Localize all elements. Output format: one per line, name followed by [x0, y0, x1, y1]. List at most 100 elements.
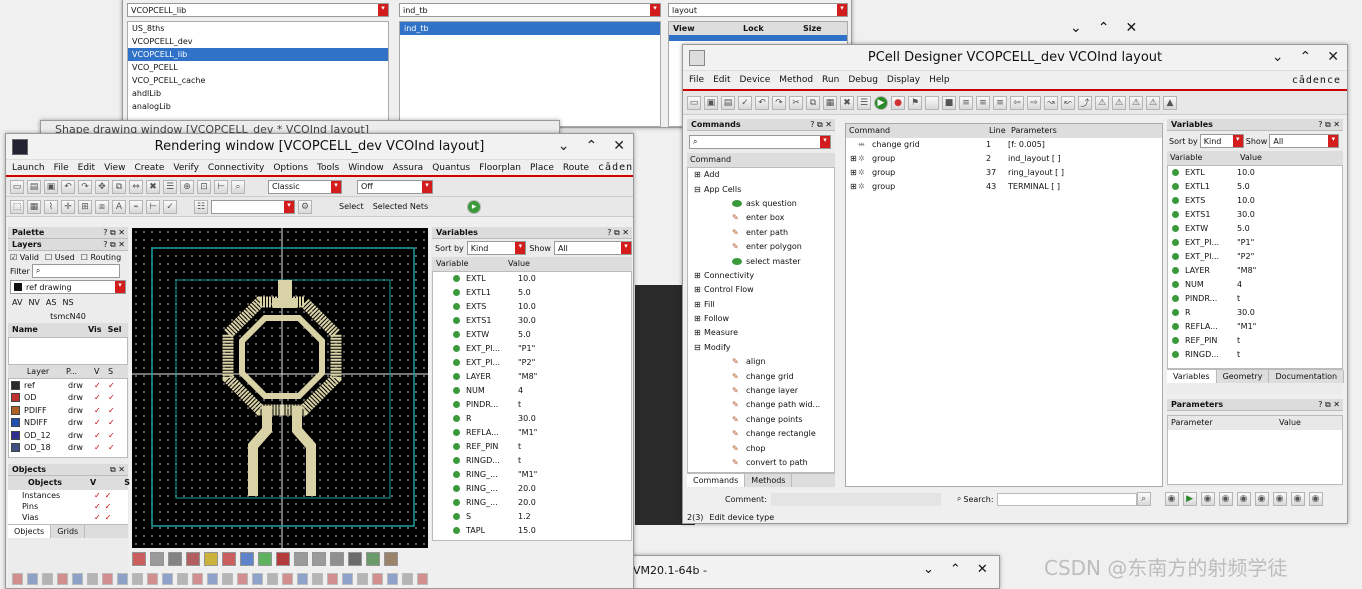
menu-verify[interactable]: Verify [173, 163, 199, 173]
layout-tool-icon[interactable] [240, 552, 254, 566]
menu-device[interactable]: Device [740, 75, 771, 85]
menu-method[interactable]: Method [779, 75, 813, 85]
menu-debug[interactable]: Debug [848, 75, 878, 85]
cut-icon[interactable]: ✂ [789, 95, 803, 110]
layout-tool-icon[interactable] [366, 552, 380, 566]
layout-tool-icon[interactable] [222, 573, 233, 585]
tab-variables[interactable]: Variables [1167, 369, 1217, 383]
step-icon[interactable]: ↝ [1044, 95, 1058, 110]
variable-row[interactable]: PINDR... t [1172, 292, 1342, 306]
library-list[interactable]: US_8ths VCOPCELL_dev VCOPCELL_lib VCO_PCELL… [127, 21, 389, 127]
command-tree-item[interactable]: ✎ chop [688, 441, 834, 455]
program-row[interactable]: ⊞ ✲ group 37 ring_layout [ ] [846, 166, 1162, 180]
menu-tools[interactable]: Tools [317, 163, 339, 173]
layout-tool-icon[interactable] [282, 573, 293, 585]
layout-tool-icon[interactable] [192, 573, 203, 585]
layout-tool-icon[interactable] [177, 573, 188, 585]
library-item[interactable]: VCO_PCELL_cache [128, 74, 388, 87]
menu-place[interactable]: Place [530, 163, 554, 173]
new-icon[interactable]: ▭ [687, 95, 701, 110]
show-dropdown[interactable]: All ▾ [553, 241, 632, 255]
close-icon[interactable]: ✕ [977, 562, 988, 577]
layout-tool-icon[interactable] [252, 573, 263, 585]
layout-tool-icon[interactable] [102, 573, 113, 585]
bp-icon[interactable]: ⚠ [1095, 95, 1109, 110]
library-item[interactable]: US_8ths [128, 22, 388, 35]
run-icon[interactable]: ▶ [1182, 492, 1197, 506]
layout-tool-icon[interactable] [147, 573, 158, 585]
expand-icon[interactable]: ⊞ [694, 300, 704, 309]
selectable-checkbox-icon[interactable]: ✓ [108, 443, 115, 452]
maximize-icon[interactable]: ⌃ [586, 138, 598, 154]
variable-row[interactable]: EXTL1 5.0 [1172, 180, 1342, 194]
layout-tool-icon[interactable] [27, 573, 38, 585]
move-icon[interactable]: ✥ [95, 179, 109, 194]
path-icon[interactable]: ⌇ [44, 199, 58, 214]
filter-input[interactable]: ⌕ [31, 264, 120, 279]
variable-row[interactable]: RINGD... t [1172, 348, 1342, 362]
objects-table[interactable]: Instances ✓ ✓ Pins ✓ ✓ Vias ✓ ✓ [8, 489, 128, 524]
library-item[interactable]: analogLib [128, 100, 388, 113]
layout-tool-icon[interactable] [357, 573, 368, 585]
expand-icon[interactable]: ⊞ [694, 328, 704, 337]
selectable-checkbox-icon[interactable]: ✓ [108, 381, 115, 390]
black-icon[interactable]: ■ [942, 95, 956, 110]
sort-by-dropdown[interactable]: Kind ▾ [466, 241, 527, 255]
zoom-icon[interactable]: ⊕ [180, 179, 194, 194]
save-icon[interactable]: ▣ [44, 179, 58, 194]
layout-tool-icon[interactable] [207, 573, 218, 585]
tab-grids[interactable]: Grids [51, 524, 86, 538]
bp2-icon[interactable]: ⚠ [1112, 95, 1126, 110]
minimize-icon[interactable]: ⌄ [1272, 49, 1284, 65]
compile-icon[interactable]: ☰ [857, 95, 871, 110]
panel-controls-icon[interactable]: ? ⧉ ✕ [103, 228, 125, 238]
library-item[interactable]: VCOPCELL_lib [128, 48, 388, 61]
layout-tool-icon[interactable] [294, 552, 308, 566]
stop-icon[interactable]: ● [891, 95, 905, 110]
command-tree-item[interactable]: ⊞ Add [688, 168, 834, 182]
command-tree-item[interactable]: ⊞ Fill [688, 297, 834, 311]
menu-file[interactable]: File [54, 163, 69, 173]
settings-icon[interactable]: ⚙ [298, 199, 312, 214]
layer-row[interactable]: OD drw ✓ ✓ [9, 392, 127, 405]
layout-tool-icon[interactable] [168, 552, 182, 566]
collapse-icon[interactable]: ⊟ [694, 343, 704, 352]
layout-tool-icon[interactable] [384, 552, 398, 566]
tab-objects[interactable]: Objects [8, 524, 52, 538]
selectable-checkbox-icon[interactable]: ✓ [108, 418, 115, 427]
command-tree-item[interactable]: ⊟ App Cells [688, 182, 834, 196]
note2-icon[interactable]: ≡ [976, 95, 990, 110]
undo-icon[interactable]: ↶ [755, 95, 769, 110]
command-tree-item[interactable]: ✎ enter polygon [688, 239, 834, 253]
search-icon[interactable]: ⌕ [231, 179, 245, 194]
menu-window[interactable]: Window [348, 163, 384, 173]
variable-row[interactable]: EXTL 10.0 [1172, 166, 1342, 180]
variable-row[interactable]: RINGD... t [453, 454, 631, 468]
menu-floorplan[interactable]: Floorplan [479, 163, 521, 173]
cell-dropdown[interactable]: ind_tb ▾ [399, 3, 661, 17]
visible-checkbox-icon[interactable]: ✓ [94, 406, 104, 415]
program-row[interactable]: ⊞ ✲ group 2 ind_layout [ ] [846, 152, 1162, 166]
panel-controls-icon[interactable]: ? ⧉ ✕ [1318, 400, 1340, 410]
redo-icon[interactable]: ↷ [78, 179, 92, 194]
variable-row[interactable]: REF_PIN t [1172, 334, 1342, 348]
sort-by-dropdown[interactable]: Kind ▾ [1199, 134, 1244, 148]
program-row[interactable]: ⊞ ✲ group 43 TERMINAL [ ] [846, 180, 1162, 194]
panel-controls-icon[interactable]: ? ⧉ ✕ [810, 120, 832, 130]
layout-tool-icon[interactable] [327, 573, 338, 585]
menu-options[interactable]: Options [273, 163, 308, 173]
stretch-icon[interactable]: ⇔ [129, 179, 143, 194]
layer-row[interactable]: ref drw ✓ ✓ [9, 379, 127, 392]
layout-tool-icon[interactable] [186, 552, 200, 566]
variable-row[interactable]: LAYER "M8" [1172, 264, 1342, 278]
saveas-icon[interactable]: ▤ [721, 95, 735, 110]
command-tree-item[interactable]: ⊟ Modify [688, 340, 834, 354]
command-tree-item[interactable]: ⊞ Measure [688, 326, 834, 340]
layout-tool-icon[interactable] [117, 573, 128, 585]
comment-input[interactable] [770, 492, 941, 506]
paste-icon[interactable]: ▦ [823, 95, 837, 110]
tab-geometry[interactable]: Geometry [1217, 369, 1270, 383]
object-row[interactable]: Vias ✓ ✓ [8, 512, 128, 523]
variable-row[interactable]: EXTW 5.0 [453, 328, 631, 342]
variable-row[interactable]: EXTS1 30.0 [453, 314, 631, 328]
